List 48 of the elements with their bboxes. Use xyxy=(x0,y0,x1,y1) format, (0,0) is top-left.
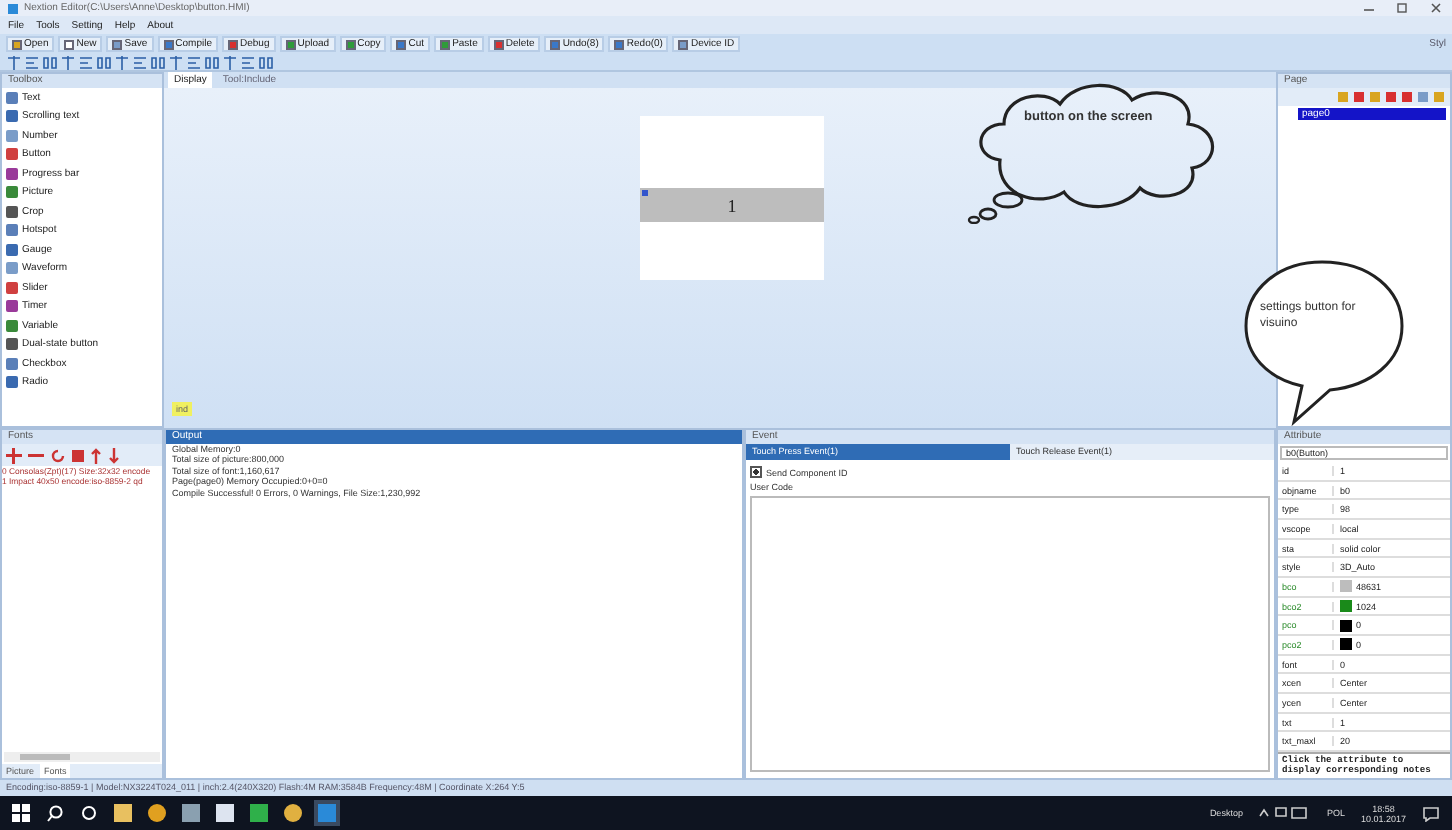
app-icon[interactable] xyxy=(284,804,302,822)
checkbox[interactable] xyxy=(750,466,762,478)
refresh-icon[interactable] xyxy=(50,447,66,463)
toolbar-icon xyxy=(163,39,174,49)
toolbar-icon xyxy=(493,39,504,49)
toolbar-icon xyxy=(440,39,451,49)
task-view-icon[interactable] xyxy=(80,804,98,822)
browser-icon[interactable] xyxy=(148,804,166,822)
toolbar-icon xyxy=(396,39,407,49)
scrollbar[interactable] xyxy=(4,752,160,762)
search-icon[interactable] xyxy=(46,804,64,822)
align-icon[interactable] xyxy=(24,55,40,69)
add-icon[interactable] xyxy=(6,447,22,463)
toolbar-icon xyxy=(12,39,22,49)
align-icon[interactable] xyxy=(6,55,22,69)
down-arrow-icon[interactable] xyxy=(108,447,120,463)
tray-icons[interactable] xyxy=(1258,806,1311,820)
toolbar-icon xyxy=(285,39,296,49)
align-icon[interactable] xyxy=(132,55,148,69)
align-icon[interactable] xyxy=(204,55,220,69)
align-icon[interactable] xyxy=(258,55,274,69)
align-icon[interactable] xyxy=(150,55,166,69)
notification-icon[interactable] xyxy=(1422,805,1440,821)
start-icon[interactable] xyxy=(12,804,30,822)
toolbar-icon xyxy=(678,39,689,49)
align-icon[interactable] xyxy=(222,55,238,69)
align-icon[interactable] xyxy=(240,55,256,69)
app-icon xyxy=(8,3,18,13)
align-icon[interactable] xyxy=(168,55,184,69)
code-editor[interactable] xyxy=(750,496,1270,772)
font-tool-icon[interactable] xyxy=(72,449,84,461)
align-icon[interactable] xyxy=(60,55,76,69)
toolbar-icon xyxy=(345,39,356,49)
toolbar-icon xyxy=(614,39,625,49)
toolbar-icon xyxy=(64,39,75,49)
screen-button[interactable]: 1 xyxy=(640,188,824,222)
toolbar-icon xyxy=(228,39,238,49)
up-arrow-icon[interactable] xyxy=(90,447,102,463)
toolbar-icon xyxy=(112,39,123,49)
align-icon[interactable] xyxy=(96,55,112,69)
align-icon[interactable] xyxy=(78,55,94,69)
align-icon[interactable] xyxy=(42,55,58,69)
align-icon[interactable] xyxy=(186,55,202,69)
align-icon[interactable] xyxy=(114,55,130,69)
toolbar-icon xyxy=(550,39,561,49)
close-icon[interactable] xyxy=(1430,2,1444,14)
maximize-icon[interactable] xyxy=(1396,2,1410,14)
selection-marker xyxy=(642,190,648,196)
